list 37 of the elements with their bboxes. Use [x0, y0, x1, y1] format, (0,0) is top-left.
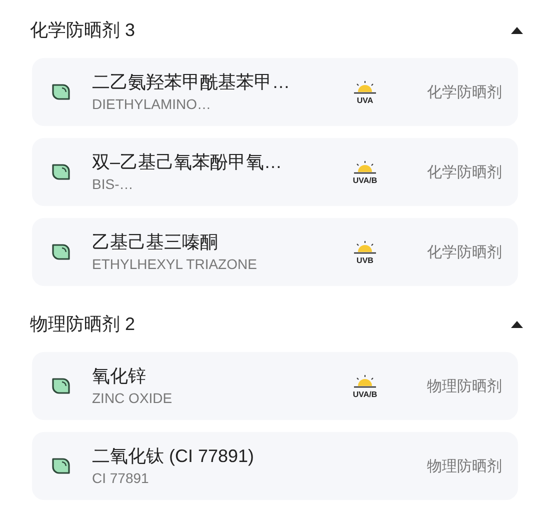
uv-label: UVA/B: [352, 176, 378, 184]
ingredient-card[interactable]: 双–乙基己氧苯酚甲氧… BIS-… UVA/B 化学防晒剂: [32, 138, 518, 206]
leaf-icon: [51, 82, 71, 102]
ingredient-card[interactable]: 乙基己基三嗪酮 ETHYLHEXYL TRIAZONE UVB 化学防晒剂: [32, 218, 518, 286]
leaf-icon: [51, 242, 71, 262]
sun-icon: [352, 80, 378, 96]
uv-label: UVB: [356, 256, 374, 264]
ingredient-card[interactable]: 二乙氨羟苯甲酰基苯甲… DIETHYLAMINO… UVA 化学防晒剂: [32, 58, 518, 126]
ingredient-name: 二氧化钛 (CI 77891): [92, 445, 256, 468]
inci-name: ZINC OXIDE: [92, 389, 174, 408]
leaf-icon: [51, 376, 71, 396]
category-label: 物理防晒剂: [427, 456, 502, 476]
leaf-icon: [51, 456, 71, 476]
inci-name: DIETHYLAMINO…: [92, 95, 212, 114]
uv-label: UVA: [356, 96, 374, 104]
section-title: 物理防晒剂 2: [30, 313, 136, 336]
sun-icon: [352, 240, 378, 256]
ingredient-name: 二乙氨羟苯甲酰基苯甲…: [92, 71, 291, 94]
ingredient-name: 乙基己基三嗪酮: [92, 231, 219, 254]
inci-name: CI 77891: [92, 469, 150, 488]
category-label: 化学防晒剂: [427, 82, 502, 102]
ingredient-card[interactable]: 氧化锌 ZINC OXIDE UVA/B 物理防晒剂: [32, 352, 518, 420]
inci-name: BIS-…: [92, 175, 134, 194]
category-label: 化学防晒剂: [427, 242, 502, 262]
section-title: 化学防晒剂 3: [30, 19, 136, 42]
sun-icon: [352, 160, 378, 176]
ingredient-name: 氧化锌: [92, 365, 147, 388]
category-label: 化学防晒剂: [427, 162, 502, 182]
sun-icon: [352, 374, 378, 390]
collapse-caret-icon[interactable]: [510, 26, 524, 34]
ingredient-name: 双–乙基己氧苯酚甲氧…: [92, 151, 284, 174]
category-label: 物理防晒剂: [427, 376, 502, 396]
collapse-caret-icon[interactable]: [510, 320, 524, 328]
inci-name: ETHYLHEXYL TRIAZONE: [92, 255, 258, 274]
leaf-icon: [51, 162, 71, 182]
ingredient-card[interactable]: 二氧化钛 (CI 77891) CI 77891 物理防晒剂: [32, 432, 518, 500]
uv-label: UVA/B: [352, 390, 378, 398]
